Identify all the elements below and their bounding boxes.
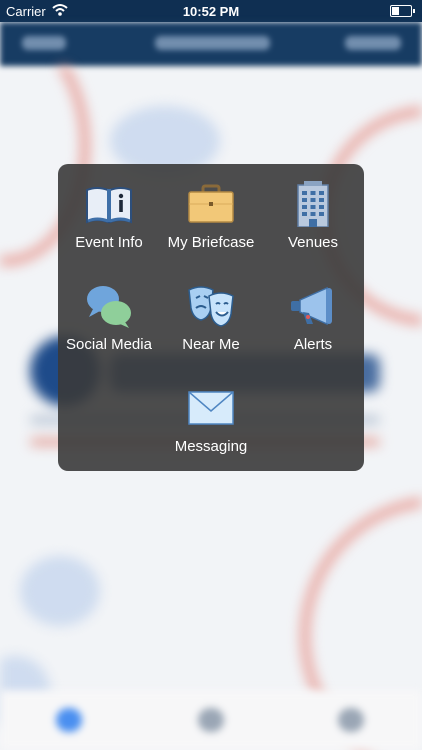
quick-menu-overlay: Event Info My Briefcase Venues Social Me… xyxy=(58,164,364,471)
decor-bubble xyxy=(20,556,100,626)
nav-bar xyxy=(0,22,422,66)
menu-item-alerts[interactable]: Alerts xyxy=(262,266,364,368)
menu-item-label: Near Me xyxy=(182,336,240,353)
tab-middle[interactable] xyxy=(198,708,224,732)
menu-item-near-me[interactable]: Near Me xyxy=(160,266,262,368)
menu-item-label: Event Info xyxy=(75,234,143,251)
menu-item-label: Alerts xyxy=(293,336,333,353)
envelope-icon xyxy=(188,391,234,425)
briefcase-icon xyxy=(188,184,234,223)
menu-item-my-briefcase[interactable]: My Briefcase xyxy=(160,164,262,266)
menu-item-label: Venues xyxy=(287,234,339,251)
menu-item-label: Social Media xyxy=(66,336,152,353)
menu-item-social-media[interactable]: Social Media xyxy=(58,266,160,368)
menu-item-label: Messaging xyxy=(174,438,248,455)
menu-item-messaging[interactable]: Messaging xyxy=(160,368,262,470)
nav-action-button[interactable] xyxy=(345,36,401,50)
nav-title xyxy=(155,36,270,50)
tab-right[interactable] xyxy=(338,708,364,732)
speech-bubbles-icon xyxy=(87,286,131,328)
status-bar: Carrier 10:52 PM xyxy=(0,0,422,22)
open-book-info-icon xyxy=(86,187,132,224)
tab-bar xyxy=(0,690,422,750)
tab-home[interactable] xyxy=(56,708,82,732)
theater-masks-icon xyxy=(188,286,234,327)
nav-back-button[interactable] xyxy=(22,36,66,50)
status-time: 10:52 PM xyxy=(182,4,240,19)
menu-item-label: My Briefcase xyxy=(167,234,255,251)
megaphone-icon xyxy=(291,286,332,326)
office-building-icon xyxy=(297,181,329,227)
battery-icon xyxy=(390,5,415,17)
menu-item-event-info[interactable]: Event Info xyxy=(58,164,160,266)
menu-item-venues[interactable]: Venues xyxy=(262,164,364,266)
